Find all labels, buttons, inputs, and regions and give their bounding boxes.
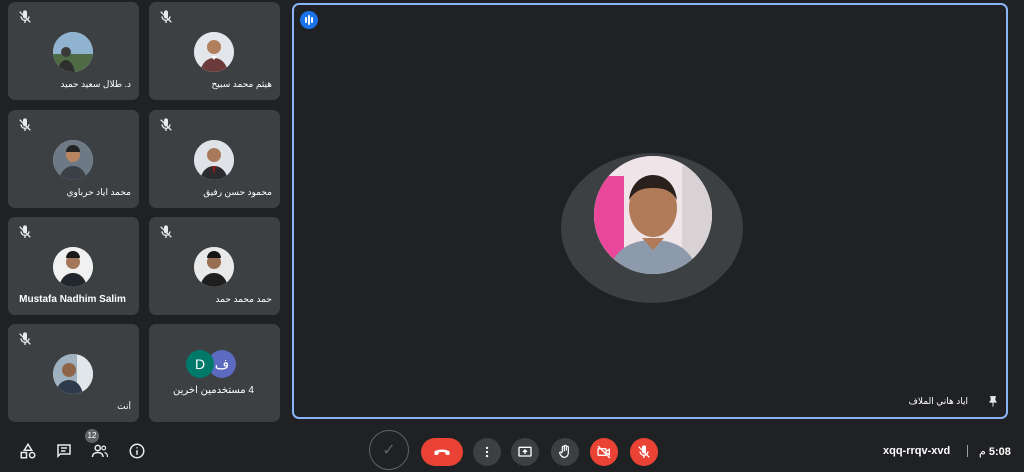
avatar: [194, 32, 234, 72]
participant-tile[interactable]: محمد اياد حرباوي: [8, 110, 139, 208]
avatar: [53, 247, 93, 287]
main-speaker-name: اياد هاني الملاف: [908, 396, 968, 406]
avatar: [53, 354, 93, 394]
activities-icon[interactable]: [19, 442, 37, 460]
hangup-icon: [434, 449, 450, 455]
participant-tile[interactable]: د. طلال سعيد حميد: [8, 2, 139, 100]
others-label: 4 مستخدمين آخرين: [173, 385, 254, 396]
clock-time: 5:08: [988, 446, 1011, 458]
raise-hand-icon: [559, 444, 569, 458]
participant-name: محمد اياد حرباوي: [66, 187, 131, 197]
camera-off-icon: [597, 445, 611, 459]
others-avatars: ف D: [186, 350, 244, 378]
raise-hand-button[interactable]: [551, 438, 579, 466]
people-count-badge: 12: [85, 429, 99, 443]
present-button[interactable]: [511, 438, 539, 466]
info-icon[interactable]: [128, 442, 146, 460]
mic-off-icon: [19, 10, 31, 23]
mic-off-icon: [19, 118, 31, 131]
toolbar-divider: [967, 445, 968, 457]
pin-icon[interactable]: [986, 395, 1000, 409]
mic-off-icon: [19, 332, 31, 345]
avatar: [194, 247, 234, 287]
clock: 5:08 م: [979, 445, 1011, 458]
others-tile[interactable]: ف D 4 مستخدمين آخرين: [149, 324, 280, 422]
meeting-code: xqq-rrqv-xvd: [883, 445, 951, 457]
more-icon: [485, 446, 489, 458]
participant-tile[interactable]: حمد محمد حمد: [149, 217, 280, 315]
present-icon: [518, 446, 532, 457]
clock-suffix: م: [979, 446, 986, 458]
avatar: [53, 140, 93, 180]
camera-toggle-button[interactable]: [590, 438, 618, 466]
participant-tile[interactable]: هيثم محمد سبيح: [149, 2, 280, 100]
mic-toggle-button[interactable]: [630, 438, 658, 466]
participant-name: Mustafa Nadhim Salim: [19, 294, 126, 305]
avatar: [53, 32, 93, 72]
mic-off-icon: [160, 10, 172, 23]
more-options-button[interactable]: [473, 438, 501, 466]
mic-off-icon: [638, 445, 650, 458]
mic-off-icon: [160, 118, 172, 131]
main-avatar: [594, 156, 712, 274]
chat-icon[interactable]: [55, 442, 73, 460]
people-icon[interactable]: [91, 442, 109, 460]
mic-off-icon: [19, 225, 31, 238]
participant-tile[interactable]: محمود حسن رفيق: [149, 110, 280, 208]
avatar: [194, 140, 234, 180]
participant-tile-self[interactable]: أنت: [8, 324, 139, 422]
check-icon: ✓: [369, 430, 409, 470]
participant-name: د. طلال سعيد حميد: [60, 79, 131, 89]
mic-off-icon: [160, 225, 172, 238]
participant-name: هيثم محمد سبيح: [211, 79, 272, 89]
others-avatar-d: D: [186, 350, 214, 378]
participant-name: أنت: [117, 401, 131, 411]
participant-tile[interactable]: Mustafa Nadhim Salim: [8, 217, 139, 315]
speaking-icon: [300, 11, 318, 29]
participant-name: حمد محمد حمد: [215, 294, 272, 304]
bottom-toolbar: 12 ✓ xqq-rrqv-xvd 5:08 م: [0, 428, 1024, 472]
main-speaker-tile[interactable]: اياد هاني الملاف: [292, 3, 1008, 419]
hangup-button[interactable]: [421, 438, 463, 466]
participant-name: محمود حسن رفيق: [203, 187, 272, 197]
